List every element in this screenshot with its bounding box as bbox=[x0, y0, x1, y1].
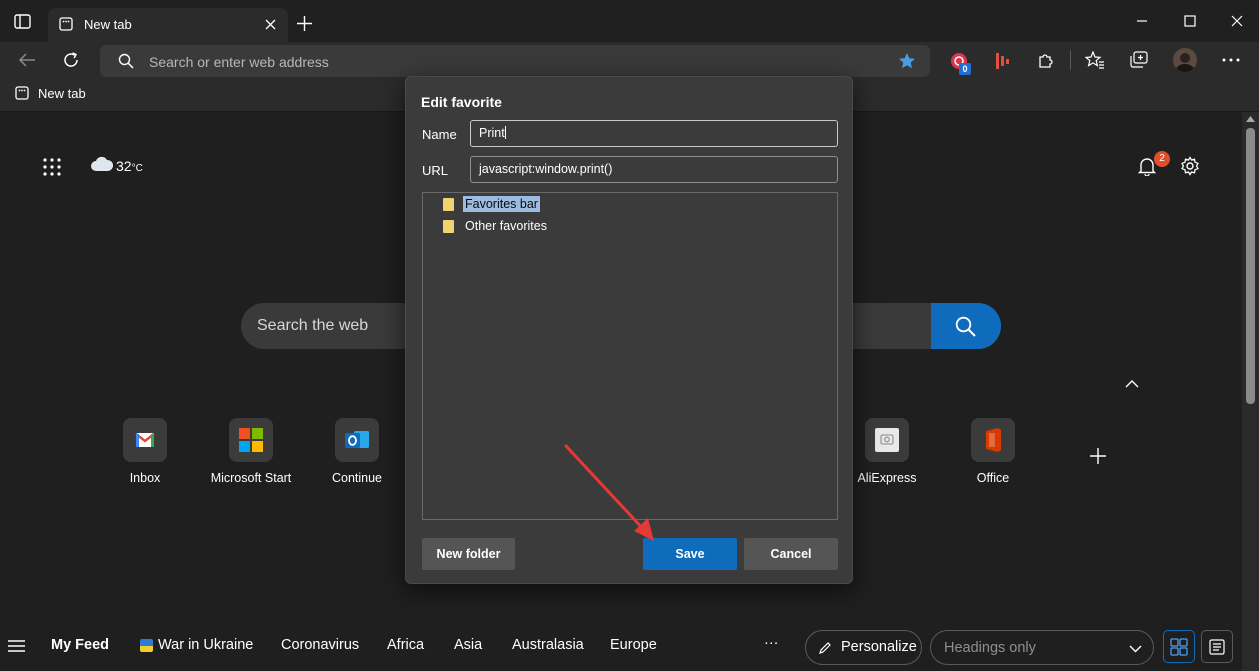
navigation-toolbar: Search or enter web address 0 bbox=[0, 42, 1259, 80]
extension-count-badge: 0 bbox=[959, 63, 971, 75]
dialog-title: Edit favorite bbox=[421, 94, 502, 110]
maximize-icon[interactable] bbox=[1179, 10, 1201, 32]
quick-link-microsoft-start[interactable]: Microsoft Start bbox=[201, 418, 301, 498]
outlook-icon bbox=[335, 418, 379, 462]
notifications-count-badge: 2 bbox=[1154, 151, 1170, 167]
weather-temp-unit: °C bbox=[131, 163, 143, 174]
url-field[interactable]: javascript:window.print() bbox=[470, 156, 838, 183]
tab-actions-icon[interactable] bbox=[14, 14, 32, 30]
ukraine-flag-icon bbox=[140, 639, 153, 652]
gmail-icon bbox=[123, 418, 167, 462]
web-search-placeholder: Search the web bbox=[257, 317, 369, 334]
feed-tab-coronavirus[interactable]: Coronavirus bbox=[281, 637, 359, 653]
url-field-value: javascript:window.print() bbox=[479, 162, 613, 176]
layout-select[interactable]: Headings only bbox=[930, 630, 1154, 665]
web-search-button[interactable] bbox=[931, 303, 1001, 349]
folder-icon bbox=[443, 198, 454, 211]
new-tab-button[interactable] bbox=[297, 16, 312, 31]
quick-link-label: Microsoft Start bbox=[210, 471, 292, 485]
toolbar-divider bbox=[1070, 50, 1071, 70]
feed-tab-asia[interactable]: Asia bbox=[454, 637, 482, 653]
address-placeholder: Search or enter web address bbox=[149, 54, 329, 70]
address-bar[interactable]: Search or enter web address bbox=[100, 45, 930, 77]
search-icon bbox=[118, 53, 134, 69]
quick-link-continue[interactable]: Continue bbox=[307, 418, 407, 498]
collapse-chevron-icon[interactable] bbox=[1125, 380, 1139, 388]
feed-tab-africa[interactable]: Africa bbox=[387, 637, 424, 653]
quick-link-office[interactable]: Office bbox=[943, 418, 1043, 498]
tab-title: New tab bbox=[84, 17, 132, 32]
microsoft-logo-icon bbox=[229, 418, 273, 462]
feed-menu-icon[interactable] bbox=[8, 640, 25, 652]
close-window-icon[interactable] bbox=[1226, 10, 1248, 32]
weather-cloud-icon[interactable] bbox=[90, 156, 114, 172]
text-cursor bbox=[504, 126, 506, 139]
page-scrollbar[interactable] bbox=[1242, 112, 1259, 671]
scrollbar-thumb[interactable] bbox=[1246, 128, 1255, 404]
search-icon bbox=[955, 316, 976, 337]
more-menu-icon[interactable] bbox=[1222, 58, 1240, 62]
feed-navigation-bar: My Feed War in Ukraine Coronavirus Afric… bbox=[0, 620, 1242, 671]
personalize-label: Personalize bbox=[841, 639, 917, 655]
weather-temperature[interactable]: 32°C bbox=[116, 158, 143, 174]
name-field-value: Print bbox=[479, 126, 505, 140]
feed-tab-europe[interactable]: Europe bbox=[610, 637, 657, 653]
collections-icon[interactable] bbox=[1129, 51, 1149, 69]
quick-link-inbox[interactable]: Inbox bbox=[95, 418, 195, 498]
feed-tab-my-feed[interactable]: My Feed bbox=[51, 637, 109, 653]
extensions-puzzle-icon[interactable] bbox=[1037, 51, 1055, 69]
new-folder-button[interactable]: New folder bbox=[422, 538, 515, 570]
folder-icon bbox=[443, 220, 454, 233]
quick-link-label: Continue bbox=[331, 471, 383, 485]
profile-avatar[interactable] bbox=[1173, 48, 1197, 72]
close-tab-icon[interactable] bbox=[265, 19, 276, 30]
list-view-button[interactable] bbox=[1201, 630, 1233, 663]
refresh-icon[interactable] bbox=[62, 51, 80, 69]
grid-view-button[interactable] bbox=[1163, 630, 1195, 663]
add-quick-link-icon[interactable] bbox=[1089, 447, 1107, 465]
favorites-icon[interactable] bbox=[1085, 51, 1105, 69]
weather-temp-value: 32 bbox=[116, 158, 132, 174]
new-tab-icon bbox=[59, 17, 73, 31]
extension-red-icon[interactable] bbox=[994, 52, 1010, 70]
favorite-new-tab-link[interactable]: New tab bbox=[38, 86, 86, 101]
annotation-arrow-icon bbox=[564, 444, 654, 541]
folder-label: Favorites bar bbox=[463, 196, 540, 212]
name-field[interactable]: Print bbox=[470, 120, 838, 147]
extension-badge-icon[interactable]: 0 bbox=[949, 51, 971, 75]
feed-tab-war-in-ukraine[interactable]: War in Ukraine bbox=[158, 637, 253, 653]
quick-link-label: Office bbox=[976, 471, 1010, 485]
feed-more-button[interactable]: ··· bbox=[764, 635, 779, 651]
office-icon bbox=[971, 418, 1015, 462]
aliexpress-icon bbox=[865, 418, 909, 462]
title-bar: New tab bbox=[0, 0, 1259, 42]
settings-gear-icon[interactable] bbox=[1180, 156, 1200, 176]
tab-new-tab[interactable]: New tab bbox=[48, 8, 288, 42]
list-view-icon bbox=[1209, 639, 1225, 655]
cancel-button[interactable]: Cancel bbox=[744, 538, 838, 570]
pencil-icon bbox=[818, 641, 832, 655]
minimize-icon[interactable] bbox=[1131, 10, 1153, 32]
grid-view-icon bbox=[1170, 638, 1188, 656]
app-launcher-icon[interactable] bbox=[43, 158, 61, 176]
url-label: URL bbox=[422, 163, 449, 178]
layout-select-value: Headings only bbox=[944, 640, 1036, 656]
quick-link-label: Inbox bbox=[129, 471, 161, 485]
back-arrow-icon[interactable] bbox=[18, 52, 36, 68]
favorite-newtab-icon bbox=[15, 86, 29, 100]
chevron-down-icon bbox=[1129, 645, 1142, 653]
name-label: Name bbox=[422, 127, 457, 142]
feed-tab-australasia[interactable]: Australasia bbox=[512, 637, 584, 653]
personalize-button[interactable]: Personalize bbox=[805, 630, 922, 665]
folder-label: Other favorites bbox=[465, 219, 547, 233]
favorite-star-icon[interactable] bbox=[898, 52, 916, 70]
scroll-up-icon[interactable] bbox=[1246, 116, 1255, 122]
